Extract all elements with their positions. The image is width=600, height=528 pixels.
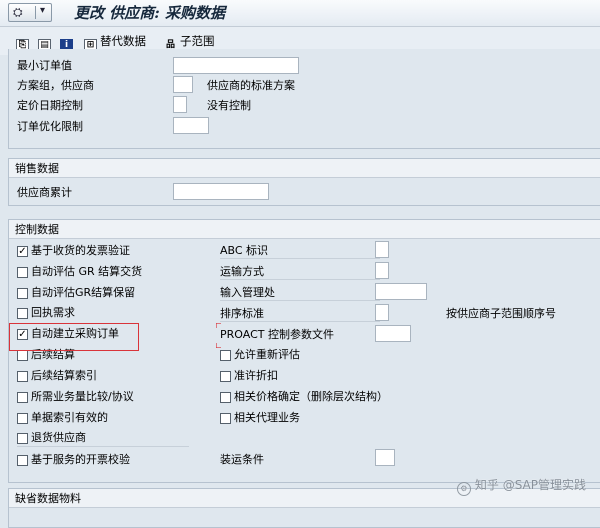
annotation-highlight-box bbox=[9, 323, 139, 351]
office-of-entry-input[interactable] bbox=[375, 283, 427, 300]
sub-range-label: 子范围 bbox=[180, 34, 215, 48]
sales-data-group: 销售数据 供应商累计 bbox=[8, 158, 600, 206]
settings-icon: ⛭ bbox=[13, 5, 23, 19]
sort-criterion-note: 按供应商子范围顺序号 bbox=[446, 307, 556, 320]
shipping-conditions-input[interactable] bbox=[375, 449, 395, 466]
chevron-down-icon: ▾ bbox=[40, 5, 46, 16]
checkbox-settlement-index[interactable] bbox=[17, 371, 28, 382]
label-price-determination: 相关价格确定（删除层次结构） bbox=[234, 390, 388, 403]
info-button[interactable]: i bbox=[60, 33, 76, 52]
menu-separator bbox=[35, 6, 36, 19]
field-label-pricing-date: 定价日期控制 bbox=[17, 99, 83, 112]
label-ack-required: 回执需求 bbox=[31, 306, 75, 319]
min-order-value-input[interactable] bbox=[173, 57, 299, 74]
field-label-proact-profile: PROACT 控制参数文件 bbox=[220, 328, 334, 341]
label-service-based-iv: 基于服务的开票校验 bbox=[31, 453, 130, 466]
field-label-abc-indicator: ABC 标识 bbox=[220, 244, 269, 257]
field-label-transport-mode: 运输方式 bbox=[220, 265, 264, 278]
watermark: ⚙ 知乎 @SAP管理实践 bbox=[456, 476, 586, 496]
sort-criterion-input[interactable] bbox=[375, 304, 389, 321]
field-label-shipping-conditions: 装运条件 bbox=[220, 453, 264, 466]
checkbox-revaluation-allowed[interactable] bbox=[220, 350, 231, 361]
content-area: 最小订单值 方案组，供应商 供应商的标准方案 定价日期控制 没有控制 订单优化限… bbox=[0, 49, 600, 528]
label-discount-granted: 准许折扣 bbox=[234, 369, 278, 382]
order-optimization-input[interactable] bbox=[173, 117, 209, 134]
checkbox-service-based-iv[interactable] bbox=[17, 455, 28, 466]
checkbox-returns-vendor[interactable] bbox=[17, 433, 28, 444]
label-ers-reservation: 自动评估GR结算保留 bbox=[31, 286, 136, 299]
field-label-min-order: 最小订单值 bbox=[17, 59, 72, 72]
control-data-title: 控制数据 bbox=[9, 220, 600, 239]
field-label-vendor-cumulative: 供应商累计 bbox=[17, 186, 72, 199]
row-divider bbox=[220, 300, 380, 301]
checkbox-ers-reservation[interactable] bbox=[17, 288, 28, 299]
field-label-sort-criterion: 排序标准 bbox=[220, 307, 264, 320]
transport-mode-input[interactable] bbox=[375, 262, 389, 279]
annotation-corner-mark bbox=[216, 343, 221, 348]
label-settlement-index: 后续结算索引 bbox=[31, 369, 97, 382]
control-data-group: 控制数据 ✓ 基于收货的发票验证 自动评估 GR 结算交货 自动评估GR结算保留… bbox=[8, 219, 600, 483]
sub-range-button[interactable]: 品子范围 bbox=[164, 33, 215, 50]
label-revaluation-allowed: 允许重新评估 bbox=[234, 348, 300, 361]
page-title: 更改 供应商: 采购数据 bbox=[74, 4, 225, 22]
label-agency-business: 相关代理业务 bbox=[234, 411, 300, 424]
checkbox-volume-comparison[interactable] bbox=[17, 392, 28, 403]
row-divider bbox=[220, 258, 380, 259]
purchasing-values-group: 最小订单值 方案组，供应商 供应商的标准方案 定价日期控制 没有控制 订单优化限… bbox=[8, 49, 600, 149]
label-ers-delivery: 自动评估 GR 结算交货 bbox=[31, 265, 143, 278]
title-bar: ⛭ ▾ 更改 供应商: 采购数据 bbox=[0, 0, 600, 27]
checkbox-agency-business[interactable] bbox=[220, 413, 231, 424]
checkbox-ers-delivery[interactable] bbox=[17, 267, 28, 278]
alternate-data-label: 替代数据 bbox=[100, 34, 146, 48]
sales-data-title: 销售数据 bbox=[9, 159, 600, 178]
checkbox-ack-required[interactable] bbox=[17, 308, 28, 319]
label-returns-vendor: 退货供应商 bbox=[31, 431, 86, 444]
row-divider bbox=[17, 446, 189, 447]
zhihu-logo-icon: ⚙ bbox=[456, 482, 471, 496]
row-divider bbox=[220, 279, 380, 280]
document-button[interactable]: ▤ bbox=[38, 33, 54, 52]
label-volume-comparison: 所需业务量比较/协议 bbox=[31, 390, 134, 403]
label-gr-based-iv: 基于收货的发票验证 bbox=[31, 244, 130, 257]
pricing-date-control-input[interactable] bbox=[173, 96, 187, 113]
copy-button[interactable]: ⎘ bbox=[16, 33, 32, 52]
checkbox-doc-index-active[interactable] bbox=[17, 413, 28, 424]
watermark-text: 知乎 @SAP管理实践 bbox=[474, 478, 586, 492]
proact-profile-input[interactable] bbox=[375, 325, 411, 342]
pricing-date-note: 没有控制 bbox=[207, 99, 251, 112]
schema-group-input[interactable] bbox=[173, 76, 193, 93]
field-label-schema-group: 方案组，供应商 bbox=[17, 79, 94, 92]
checkbox-subsequent-settlement[interactable] bbox=[17, 350, 28, 361]
field-label-order-optimization: 订单优化限制 bbox=[17, 120, 83, 133]
abc-indicator-input[interactable] bbox=[375, 241, 389, 258]
checkbox-discount-granted[interactable] bbox=[220, 371, 231, 382]
vendor-cumulative-input[interactable] bbox=[173, 183, 269, 200]
checkbox-price-determination[interactable] bbox=[220, 392, 231, 403]
schema-group-note: 供应商的标准方案 bbox=[207, 79, 295, 92]
row-divider bbox=[220, 321, 380, 322]
checkbox-gr-based-iv[interactable]: ✓ bbox=[17, 246, 28, 257]
field-label-office-of-entry: 输入管理处 bbox=[220, 286, 275, 299]
alternate-data-button[interactable]: ⊞ 替代数据 bbox=[84, 33, 146, 52]
annotation-corner-mark bbox=[216, 323, 221, 328]
system-menu-button[interactable]: ⛭ ▾ bbox=[8, 3, 52, 22]
label-doc-index-active: 单据索引有效的 bbox=[31, 411, 108, 424]
